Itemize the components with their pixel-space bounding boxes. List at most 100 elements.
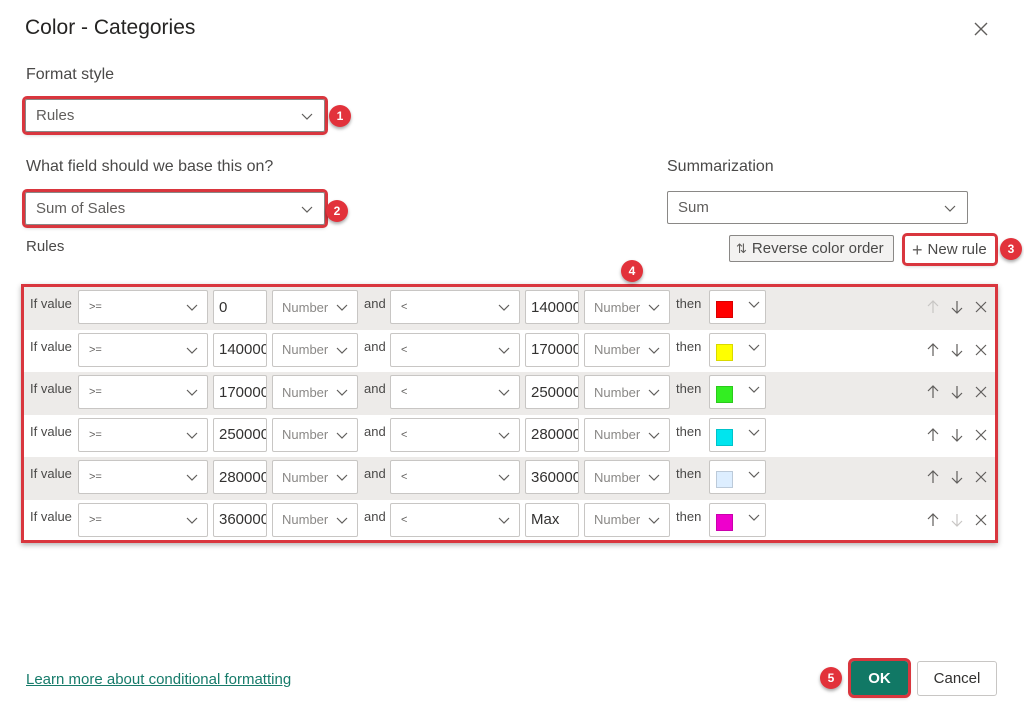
type-1-select[interactable]: Number: [272, 332, 358, 367]
operator-1-select[interactable]: >=: [78, 502, 208, 537]
type-2-select[interactable]: Number: [584, 502, 670, 537]
delete-rule-button[interactable]: [973, 469, 989, 485]
move-up-button[interactable]: [925, 512, 941, 528]
format-style-label: Format style: [26, 66, 115, 83]
value-2-input[interactable]: 360000: [525, 460, 579, 494]
if-value-label: If value: [30, 338, 72, 354]
close-icon: [975, 429, 987, 440]
value-2-input[interactable]: 250000: [525, 375, 579, 409]
chevron-down-icon: [335, 513, 349, 527]
rule-row: If value >= 250000 Number and < 280000 N…: [24, 415, 995, 458]
annotation-badge-3: 3: [1000, 238, 1022, 260]
chevron-down-icon: [497, 470, 511, 484]
move-up-button[interactable]: [925, 469, 941, 485]
move-up-button[interactable]: [925, 299, 941, 315]
arrow-up-icon: [927, 427, 939, 441]
operator-1-select[interactable]: >=: [78, 290, 208, 324]
operator-1-select[interactable]: >=: [78, 332, 208, 367]
operator-2-select[interactable]: <: [390, 290, 520, 324]
format-style-select[interactable]: Rules: [22, 96, 328, 135]
color-picker[interactable]: [709, 332, 766, 367]
operator-1-select[interactable]: >=: [78, 460, 208, 494]
delete-rule-button[interactable]: [973, 299, 989, 315]
move-up-button[interactable]: [925, 342, 941, 358]
close-button[interactable]: [970, 18, 992, 40]
move-down-button[interactable]: [949, 469, 965, 485]
move-up-button[interactable]: [925, 427, 941, 443]
chevron-down-icon: [747, 340, 761, 354]
base-field-select[interactable]: Sum of Sales: [22, 189, 328, 228]
annotation-badge-2: 2: [326, 200, 348, 222]
value-1-input[interactable]: 0: [213, 290, 267, 324]
type-2-select[interactable]: Number: [584, 375, 670, 409]
operator-1-select[interactable]: >=: [78, 417, 208, 452]
color-picker[interactable]: [709, 375, 766, 409]
type-2-select[interactable]: Number: [584, 332, 670, 367]
type-2-select[interactable]: Number: [584, 460, 670, 494]
color-picker[interactable]: [709, 417, 766, 452]
color-picker[interactable]: [709, 460, 766, 494]
operator-2-select[interactable]: <: [390, 332, 520, 367]
value-2-input[interactable]: Max: [525, 502, 579, 537]
base-field-label: What field should we base this on?: [26, 158, 274, 175]
chevron-down-icon: [647, 343, 661, 357]
type-1-select[interactable]: Number: [272, 502, 358, 537]
type-1-select[interactable]: Number: [272, 290, 358, 324]
arrow-down-icon: [951, 386, 963, 399]
move-down-button[interactable]: [949, 427, 965, 443]
operator-2-select[interactable]: <: [390, 502, 520, 537]
color-picker[interactable]: [709, 502, 766, 537]
operator-2-value: <: [401, 301, 408, 313]
operator-2-select[interactable]: <: [390, 375, 520, 409]
operator-2-select[interactable]: <: [390, 460, 520, 494]
cancel-button[interactable]: Cancel: [917, 661, 997, 696]
chevron-down-icon: [943, 201, 957, 215]
type-1-select[interactable]: Number: [272, 375, 358, 409]
new-rule-button[interactable]: + New rule: [902, 233, 998, 266]
value-2-input[interactable]: 140000: [525, 290, 579, 324]
close-icon: [975, 386, 987, 398]
operator-2-value: <: [401, 471, 408, 483]
delete-rule-button[interactable]: [973, 512, 989, 528]
value-2-input[interactable]: 170000: [525, 332, 579, 367]
delete-rule-button[interactable]: [973, 384, 989, 400]
chevron-down-icon: [185, 300, 199, 314]
value-1-input[interactable]: 250000: [213, 417, 267, 452]
type-2-select[interactable]: Number: [584, 417, 670, 452]
delete-rule-button[interactable]: [973, 342, 989, 358]
move-up-button[interactable]: [925, 384, 941, 400]
move-down-button[interactable]: [949, 512, 965, 528]
type-1-select[interactable]: Number: [272, 417, 358, 452]
chevron-down-icon: [300, 109, 314, 123]
color-picker[interactable]: [709, 290, 766, 324]
operator-2-select[interactable]: <: [390, 417, 520, 452]
move-down-button[interactable]: [949, 384, 965, 400]
move-down-button[interactable]: [949, 342, 965, 358]
color-swatch: [716, 513, 733, 531]
value-1-input[interactable]: 360000: [213, 502, 267, 537]
value-1-input[interactable]: 170000: [213, 375, 267, 409]
learn-more-link[interactable]: Learn more about conditional formatting: [26, 671, 291, 688]
value-1-input[interactable]: 140000: [213, 332, 267, 367]
delete-rule-button[interactable]: [973, 427, 989, 443]
operator-1-select[interactable]: >=: [78, 375, 208, 409]
reverse-color-order-button[interactable]: ⇅ Reverse color order: [729, 235, 894, 262]
operator-1-value: >=: [89, 343, 102, 356]
chevron-down-icon: [747, 467, 761, 481]
chevron-down-icon: [185, 428, 199, 442]
value-1-input[interactable]: 280000: [213, 460, 267, 494]
operator-1-value: >=: [89, 471, 102, 483]
then-label: then: [676, 338, 702, 354]
format-style-value: Rules: [36, 107, 75, 124]
chevron-down-icon: [185, 513, 199, 527]
arrow-down-icon: [951, 513, 963, 527]
move-down-button[interactable]: [949, 299, 965, 315]
and-label: and: [364, 381, 386, 396]
type-1-select[interactable]: Number: [272, 460, 358, 494]
value-2-input[interactable]: 280000: [525, 417, 579, 452]
close-icon: [975, 344, 987, 355]
summarization-select[interactable]: Sum: [667, 191, 968, 224]
then-label: then: [676, 466, 702, 481]
type-2-select[interactable]: Number: [584, 290, 670, 324]
ok-button[interactable]: OK: [848, 658, 911, 698]
